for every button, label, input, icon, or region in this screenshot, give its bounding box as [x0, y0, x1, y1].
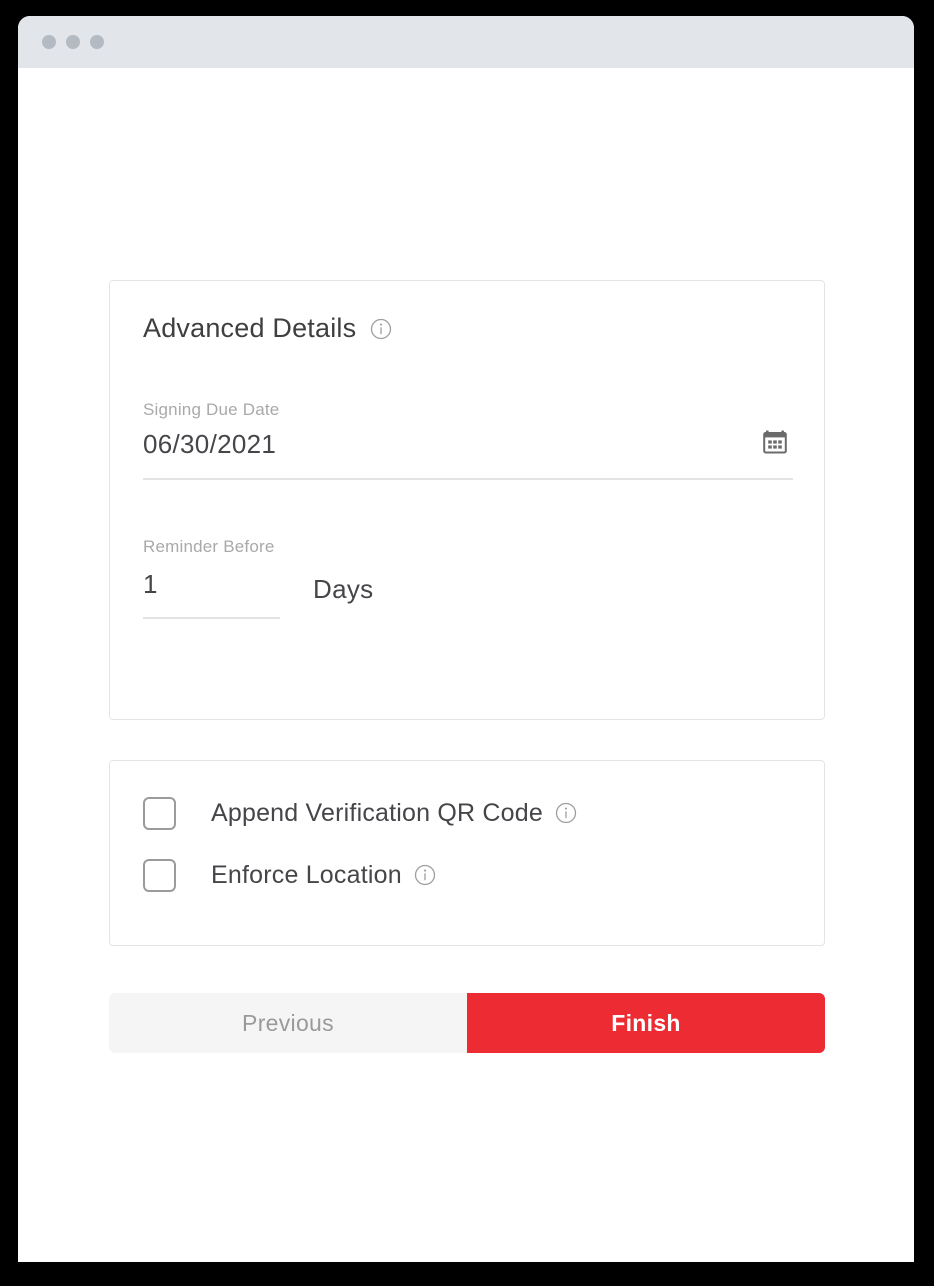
page-content: Advanced Details Signing Due Date 06/30/… — [18, 68, 914, 1262]
info-icon[interactable] — [370, 318, 392, 340]
browser-window: Advanced Details Signing Due Date 06/30/… — [18, 16, 914, 1262]
page-title: Advanced Details — [143, 313, 357, 343]
checkbox-label-enforce-location: Enforce Location — [211, 860, 402, 889]
signing-due-date-label: Signing Due Date — [143, 400, 280, 419]
window-controls — [42, 35, 104, 49]
info-icon[interactable] — [555, 802, 577, 824]
advanced-details-header: Advanced Details — [143, 313, 392, 344]
window-minimize-dot[interactable] — [66, 35, 80, 49]
reminder-before-underline — [143, 617, 280, 619]
wizard-button-row: Previous Finish — [109, 993, 825, 1053]
reminder-before-input[interactable] — [143, 569, 263, 600]
checkbox-append-qr-code[interactable] — [143, 796, 176, 830]
signing-due-date-underline — [143, 478, 793, 480]
reminder-before-label: Reminder Before — [143, 537, 275, 556]
reminder-unit-label: Days — [313, 574, 374, 604]
options-card: Append Verification QR Code Enforce Loca… — [109, 760, 825, 946]
info-icon[interactable] — [414, 864, 436, 886]
checkbox-row-append-qr-code[interactable]: Append Verification QR Code — [143, 795, 577, 831]
window-close-dot[interactable] — [42, 35, 56, 49]
window-title-bar — [18, 16, 914, 68]
signing-due-date-input[interactable] — [143, 429, 663, 460]
previous-button[interactable]: Previous — [109, 993, 467, 1053]
checkbox-row-enforce-location[interactable]: Enforce Location — [143, 857, 436, 893]
finish-button[interactable]: Finish — [467, 993, 825, 1053]
checkbox-enforce-location[interactable] — [143, 858, 176, 892]
checkbox-label-append-qr-code: Append Verification QR Code — [211, 798, 543, 827]
advanced-details-card: Advanced Details Signing Due Date 06/30/… — [109, 280, 825, 720]
calendar-icon[interactable] — [760, 427, 790, 457]
window-maximize-dot[interactable] — [90, 35, 104, 49]
